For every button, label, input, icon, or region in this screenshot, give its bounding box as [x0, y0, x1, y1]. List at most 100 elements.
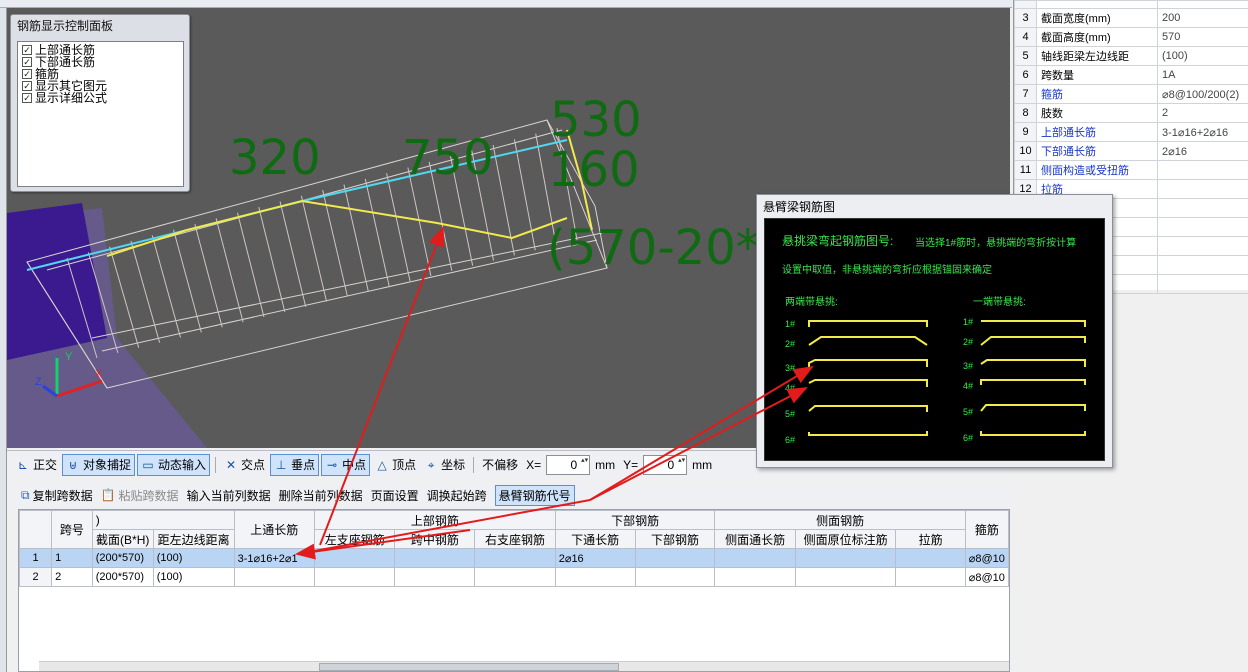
- shape-label-2-one-end: 2#: [963, 337, 974, 347]
- row-number[interactable]: 1: [19, 548, 53, 568]
- vertex-button[interactable]: △ 顶点: [372, 454, 419, 476]
- prop-row[interactable]: 7 箍筋 ⌀8@100/200(2): [1014, 84, 1248, 104]
- coordinate-button[interactable]: ⌖ 坐标: [421, 454, 468, 476]
- left-support-cell[interactable]: [313, 567, 396, 587]
- span-cell[interactable]: 2: [51, 567, 93, 587]
- right-support-cell[interactable]: [474, 548, 556, 568]
- shape-label-4-one-end: 4#: [963, 381, 974, 391]
- page-setup-button[interactable]: 页面设置: [371, 487, 419, 504]
- prop-value[interactable]: 2⌀16: [1157, 141, 1248, 161]
- prop-value[interactable]: [1157, 198, 1248, 218]
- side-in-situ-cell[interactable]: [794, 548, 897, 568]
- prop-key: 轴线距梁左边线距: [1036, 46, 1158, 66]
- prop-value[interactable]: (100): [1157, 46, 1248, 66]
- stirrup-line: [343, 184, 369, 292]
- top-through-cell[interactable]: 3-1⌀16+2⌀1: [233, 548, 316, 568]
- prop-value[interactable]: [1157, 0, 1248, 9]
- tie-cell[interactable]: [895, 548, 966, 568]
- checkbox[interactable]: ✓: [22, 45, 32, 55]
- prop-row[interactable]: 9 上部通长筋 3-1⌀16+2⌀16: [1014, 122, 1248, 142]
- x-unit: mm: [592, 454, 618, 476]
- side-through-header: 侧面通长筋: [714, 529, 796, 549]
- side-through-cell[interactable]: [714, 548, 796, 568]
- side-through-cell[interactable]: [714, 567, 796, 587]
- side-in-situ-cell[interactable]: [794, 567, 897, 587]
- midpoint-label: 中点: [342, 458, 367, 472]
- copy-span-button[interactable]: ⧉ 复制跨数据: [21, 487, 93, 504]
- prop-value[interactable]: [1157, 236, 1248, 256]
- prop-row-number: 3: [1014, 8, 1037, 28]
- paste-span-label: 粘贴跨数据: [118, 488, 179, 503]
- bottom-through-cell[interactable]: [554, 567, 636, 587]
- stirrup-cell[interactable]: ⌀8@10: [964, 567, 1009, 587]
- offset-mode-select[interactable]: 不偏移: [479, 454, 521, 476]
- cantilever-code-button[interactable]: 悬臂钢筋代号: [494, 484, 575, 506]
- cantilever-rebar-popup[interactable]: 悬臂梁钢筋图 悬挑梁弯起钢筋图号: 当选择1#筋时，悬挑端的弯折按计算 设置中取…: [756, 194, 1113, 468]
- dim-label-160: 160: [548, 142, 640, 198]
- swap-start-span-button[interactable]: 调换起始跨: [427, 487, 487, 504]
- paste-span-button[interactable]: 📋 粘贴跨数据: [101, 487, 179, 504]
- prop-row[interactable]: 6 跨数量 1A: [1014, 65, 1248, 85]
- prop-row[interactable]: 11 侧面构造或受扭筋: [1014, 160, 1248, 180]
- prop-row[interactable]: 8 肢数 2: [1014, 103, 1248, 123]
- top-through-cell[interactable]: [233, 567, 316, 587]
- prop-value[interactable]: [1157, 160, 1248, 180]
- prop-value[interactable]: 3-1⌀16+2⌀16: [1157, 122, 1248, 142]
- delete-column-button[interactable]: 删除当前列数据: [279, 487, 363, 504]
- separator: [215, 456, 217, 473]
- copy-icon: ⧉: [21, 487, 30, 502]
- bottom-bars-cell[interactable]: [634, 548, 716, 568]
- span-data-grid[interactable]: 跨号 ) 上通长筋 上部钢筋 下部钢筋 侧面钢筋 箍筋 截面(B*H) 距左边线…: [18, 509, 1010, 672]
- horizontal-scrollbar[interactable]: [39, 661, 1009, 671]
- axis-distance-cell[interactable]: (100): [152, 548, 235, 568]
- y-input[interactable]: 0: [643, 454, 688, 475]
- bottom-bars-cell[interactable]: [634, 567, 716, 587]
- prop-value[interactable]: 1A: [1157, 65, 1248, 85]
- checkbox[interactable]: ✓: [22, 69, 32, 79]
- checkbox[interactable]: ✓: [22, 81, 32, 91]
- prop-value[interactable]: 570: [1157, 27, 1248, 47]
- right-support-cell[interactable]: [474, 567, 556, 587]
- prop-row-number: 9: [1014, 122, 1037, 142]
- section-cell[interactable]: (200*570): [91, 548, 154, 568]
- stirrup-cell[interactable]: ⌀8@10: [964, 548, 1009, 568]
- prop-row[interactable]: 3 截面宽度(mm) 200: [1014, 8, 1248, 28]
- axis-distance-cell[interactable]: (100): [152, 567, 235, 587]
- midpoint-button[interactable]: ⊸ 中点: [321, 453, 371, 476]
- input-column-button[interactable]: 输入当前列数据: [187, 487, 271, 504]
- checkbox[interactable]: ✓: [22, 57, 32, 67]
- bottom-through-cell[interactable]: 2⌀16: [554, 548, 636, 568]
- prop-value[interactable]: [1157, 274, 1248, 294]
- row-number[interactable]: 2: [19, 567, 53, 587]
- prop-value[interactable]: ⌀8@100/200(2): [1157, 84, 1248, 104]
- x-input[interactable]: 0: [546, 454, 591, 475]
- dim-label-750: 750: [402, 130, 494, 186]
- prop-value[interactable]: 200: [1157, 8, 1248, 28]
- prop-row[interactable]: 10 下部通长筋 2⌀16: [1014, 141, 1248, 161]
- ortho-button[interactable]: ⊾ 正交: [13, 454, 60, 476]
- section-cell[interactable]: (200*570): [91, 567, 154, 587]
- table-row[interactable]: 1 1 (200*570) (100) 3-1⌀16+2⌀1 2⌀16 ⌀8@1…: [19, 548, 1009, 568]
- left-support-cell[interactable]: [313, 548, 396, 568]
- tie-cell[interactable]: [895, 567, 966, 587]
- prop-value[interactable]: [1157, 255, 1248, 275]
- intersection-button[interactable]: ✕ 交点: [221, 454, 268, 476]
- table-row[interactable]: 2 2 (200*570) (100) ⌀8@10: [19, 567, 1009, 587]
- object-snap-button[interactable]: ⊎ 对象捕捉: [62, 453, 136, 476]
- checkbox[interactable]: ✓: [22, 93, 32, 103]
- dynamic-input-button[interactable]: ▭ 动态输入: [137, 453, 211, 476]
- mid-span-cell[interactable]: [394, 567, 476, 587]
- prop-value[interactable]: [1157, 217, 1248, 237]
- prop-value[interactable]: 2: [1157, 103, 1248, 123]
- prop-row[interactable]: 5 轴线距梁左边线距 (100): [1014, 46, 1248, 66]
- option-detail-formula[interactable]: ✓ 显示详细公式: [22, 92, 179, 104]
- perpendicular-button[interactable]: ⊥ 垂点: [270, 453, 320, 476]
- rebar-display-control-panel[interactable]: 钢筋显示控制面板 ✓ 上部通长筋 ✓ 下部通长筋 ✓ 箍筋 ✓ 显示其它图元 ✓ 显示详细…: [10, 14, 190, 192]
- paste-icon: 📋: [100, 488, 116, 502]
- shape-label-1: 1#: [785, 319, 796, 329]
- mid-span-cell[interactable]: [394, 548, 476, 568]
- span-cell[interactable]: 1: [51, 548, 93, 568]
- scrollbar-thumb[interactable]: [319, 663, 619, 671]
- prop-row[interactable]: 4 截面高度(mm) 570: [1014, 27, 1248, 47]
- prop-value[interactable]: [1157, 179, 1248, 199]
